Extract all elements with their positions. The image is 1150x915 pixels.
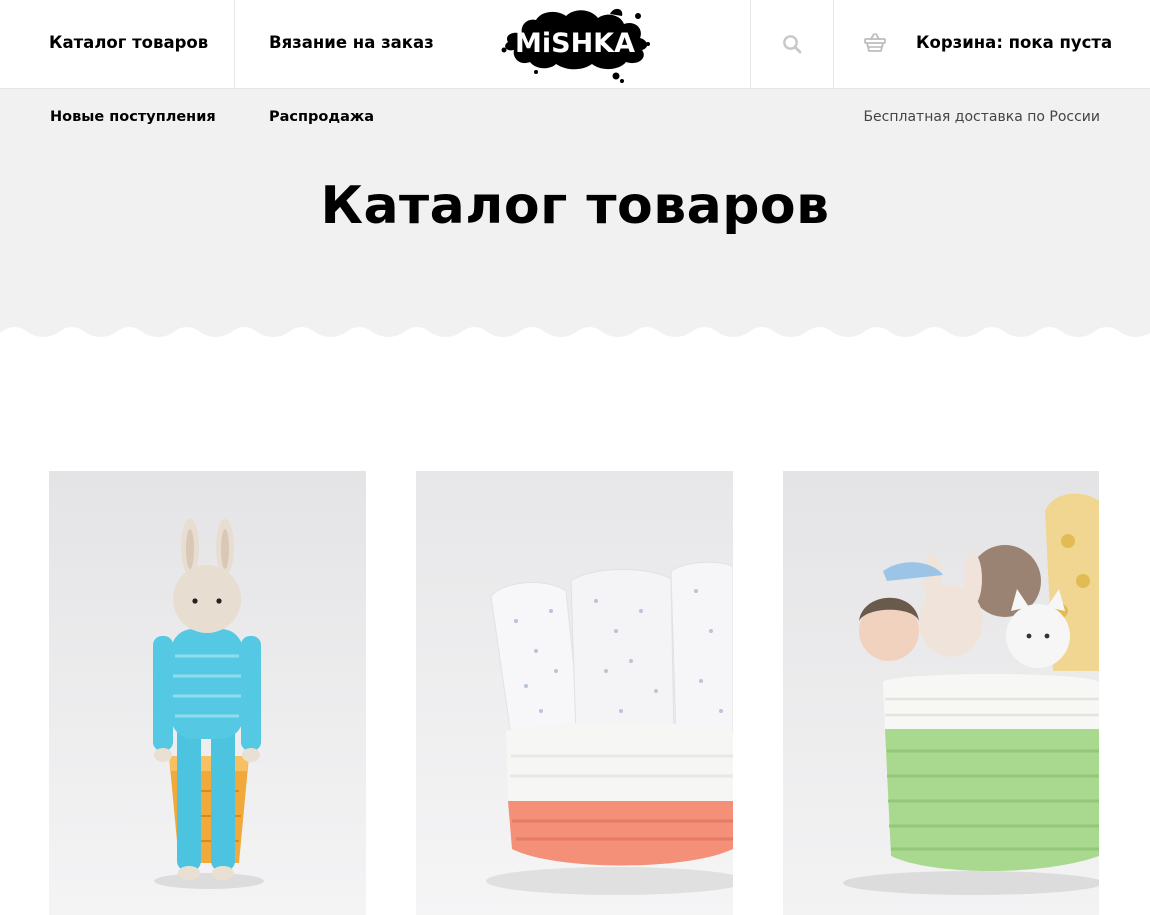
site-header: Каталог товаров Вязание на заказ MiSHKA <box>0 0 1150 89</box>
search-button[interactable] <box>751 0 833 88</box>
crochet-basket-with-toys-image <box>783 471 1099 915</box>
nav-catalog-link[interactable]: Каталог товаров <box>49 0 208 88</box>
subnav-sale-link[interactable]: Распродажа <box>269 109 374 125</box>
product-card-basket-toys[interactable] <box>783 471 1099 915</box>
catalog-hero: Новые поступления Распродажа Бесплатная … <box>0 89 1150 341</box>
basket-icon <box>864 33 886 52</box>
wave-divider <box>0 327 1150 341</box>
nav-custom-knitting-link[interactable]: Вязание на заказ <box>269 0 434 88</box>
cart-button[interactable]: Корзина: пока пуста <box>834 0 1150 88</box>
page-title: Каталог товаров <box>320 176 830 236</box>
product-card-bunny[interactable] <box>49 471 366 915</box>
crochet-bunny-toy-image <box>49 471 366 915</box>
cart-status-label: Корзина: пока пуста <box>916 33 1113 52</box>
header-divider <box>234 0 235 88</box>
logo-wordmark: MiSHKA <box>515 28 635 59</box>
subnav-new-arrivals-link[interactable]: Новые поступления <box>50 109 216 125</box>
mishka-logo[interactable]: MiSHKA <box>498 6 652 84</box>
search-icon <box>783 35 802 54</box>
crochet-basket-with-diapers-image <box>416 471 733 915</box>
free-delivery-note: Бесплатная доставка по России <box>863 109 1100 125</box>
product-card-basket-diapers[interactable] <box>416 471 733 915</box>
logo-splash-icon: MiSHKA <box>501 8 650 83</box>
